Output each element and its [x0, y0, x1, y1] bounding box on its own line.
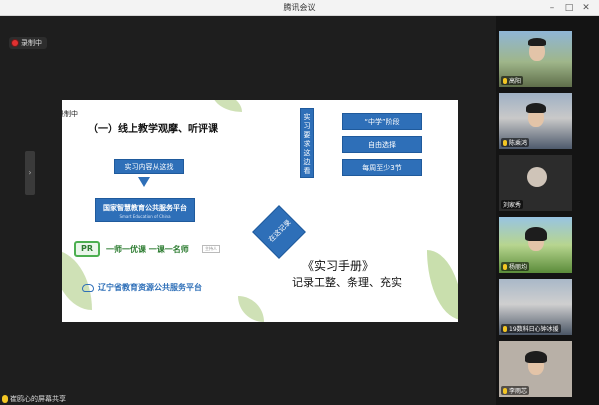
microphone-icon — [503, 326, 507, 332]
participant-hair — [525, 227, 547, 241]
platform-english: Smart Education of China — [119, 214, 171, 219]
microphone-icon — [503, 388, 507, 394]
arrow-down-icon — [138, 177, 150, 187]
requirements-box: 实习要求这边看 — [300, 108, 314, 178]
source-box: 实习内容从这找 — [114, 159, 184, 174]
slide-heading: （一）线上教学观摩、听评课 — [88, 124, 218, 135]
participant-avatar — [527, 167, 547, 187]
participant-tile[interactable]: 刘家秀 — [499, 155, 572, 211]
participant-hair — [528, 38, 546, 46]
minimize-button[interactable]: – — [545, 1, 559, 15]
program-logo-icon: PR — [74, 241, 100, 257]
requirements-list: “中学”阶段 自由选择 每周至少3节 — [342, 113, 422, 182]
participant-tile[interactable]: 陈乘鸿 — [499, 93, 572, 149]
cloud-icon — [82, 284, 94, 292]
window-title: 腾讯会议 — [283, 3, 316, 12]
program-name: 一师一优课 一课一名师 — [106, 245, 189, 254]
slide-recording-label: 录制中 — [62, 110, 78, 118]
recording-indicator[interactable]: 录制中 — [9, 37, 47, 49]
recording-label: 录制中 — [21, 39, 42, 47]
liaoning-platform-name: 辽宁省教育资源公共服务平台 — [98, 283, 202, 292]
meeting-window: 腾讯会议 – □ ✕ 录制中 › 录制中 （一）线上教学观摩、听评课 实习内容从… — [0, 0, 599, 405]
platform-box: 国家智慧教育公共服务平台 Smart Education of China — [95, 198, 195, 222]
leaf-decoration-top — [212, 100, 242, 112]
participant-name: 陈乘鸿 — [501, 138, 530, 147]
manual-subtitle: 记录工整、条理、充实 — [292, 276, 402, 289]
participant-name: 刘家秀 — [501, 200, 524, 209]
close-button[interactable]: ✕ — [579, 1, 593, 15]
program-tag: 主持人 — [202, 245, 220, 253]
microphone-icon — [2, 395, 8, 403]
screen-share-owner: 崔鸥心的屏幕共享 — [10, 395, 66, 403]
participant-name: 高阳 — [501, 76, 524, 85]
participant-name: 李雨芯 — [501, 386, 530, 395]
record-icon — [12, 40, 18, 46]
participant-tile[interactable]: 李雨芯 — [499, 341, 572, 397]
maximize-button[interactable]: □ — [562, 1, 576, 15]
microphone-icon — [503, 264, 507, 270]
leaf-decoration-right — [427, 250, 458, 320]
participant-tile[interactable]: 高阳 — [499, 31, 572, 87]
requirement-item: 自由选择 — [342, 136, 422, 153]
participant-hair — [525, 351, 547, 363]
manual-title: 《实习手册》 — [302, 259, 375, 273]
participant-tile[interactable]: 杨丽均 — [499, 217, 572, 273]
participant-tile[interactable]: 19数科日心钟冰援 — [499, 279, 572, 335]
microphone-icon — [503, 140, 507, 146]
shared-slide: 录制中 （一）线上教学观摩、听评课 实习内容从这找 国家智慧教育公共服务平台 S… — [62, 100, 458, 322]
requirement-item: “中学”阶段 — [342, 113, 422, 130]
main-stage: 录制中 › 录制中 （一）线上教学观摩、听评课 实习内容从这找 国家智慧教育公共… — [0, 16, 496, 405]
requirement-item: 每周至少3节 — [342, 159, 422, 176]
collapse-panel-handle[interactable]: › — [25, 151, 35, 195]
title-bar: 腾讯会议 – □ ✕ — [0, 0, 599, 16]
leaf-decoration-bottom — [238, 296, 264, 322]
participant-name: 19数科日心钟冰援 — [501, 324, 561, 333]
leaf-decoration-left — [62, 250, 92, 310]
platform-name: 国家智慧教育公共服务平台 — [103, 204, 187, 212]
participant-gallery: 高阳 陈乘鸿 刘家秀 杨丽均 19数科日心钟冰援 李雨芯 — [496, 16, 599, 405]
participant-hair — [526, 103, 546, 113]
participant-name: 杨丽均 — [501, 262, 530, 271]
screen-share-label: 崔鸥心的屏幕共享 — [0, 394, 90, 405]
microphone-icon — [503, 78, 507, 84]
